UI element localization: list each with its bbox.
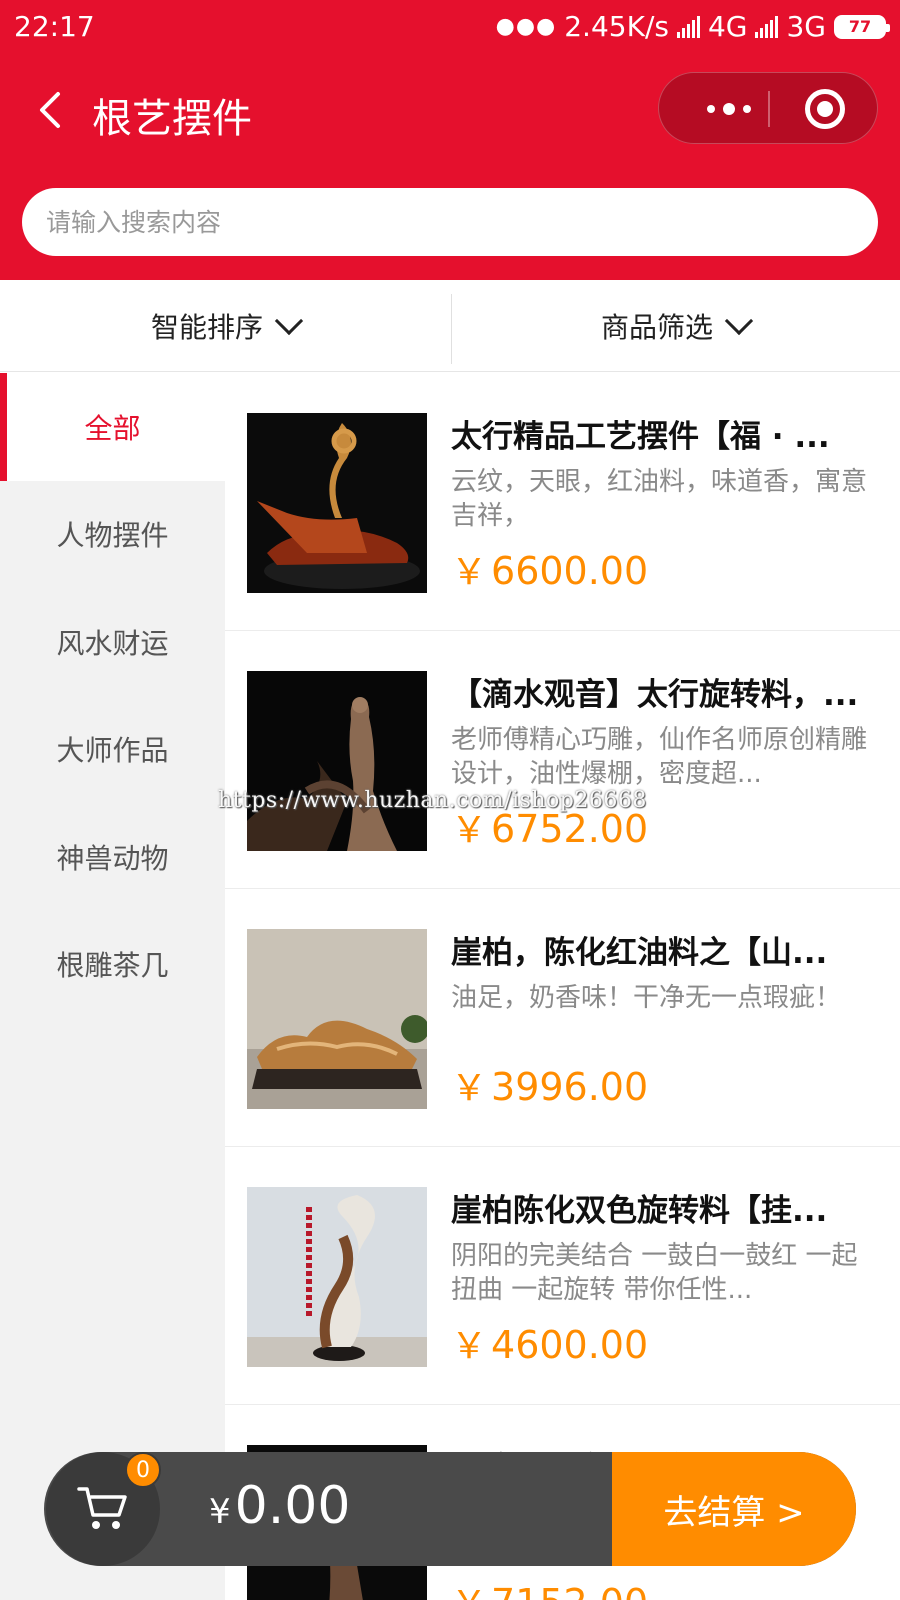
nav-bar: 根艺摆件 xyxy=(0,64,900,154)
category-item-animals[interactable]: 神兽动物 xyxy=(0,803,225,911)
product-item[interactable]: 崖柏，陈化红油料之【山... 油足，奶香味！干净无一点瑕疵！ ￥ 3996.00 xyxy=(225,889,900,1147)
price-currency: ￥ xyxy=(451,1068,488,1109)
filter-label: 商品筛选 xyxy=(600,311,713,344)
sort-dropdown[interactable]: 智能排序 xyxy=(0,280,450,372)
target-icon[interactable] xyxy=(805,89,845,129)
price-value: 7152.00 xyxy=(491,1581,648,1600)
signal-icon xyxy=(676,15,700,38)
product-item[interactable]: 崖柏陈化双色旋转料【挂... 阴阳的完美结合 一鼓白一鼓红 一起扭曲 一起旋转 … xyxy=(225,1147,900,1405)
product-item[interactable]: 太行精品工艺摆件【福 · ... 云纹，天眼，红油料，味道香，寓意吉祥， ￥ 66… xyxy=(225,373,900,631)
product-description: 油足，奶香味！干净无一点瑕疵！ xyxy=(451,983,842,1013)
sort-label: 智能排序 xyxy=(150,311,263,344)
battery-icon: 77 xyxy=(834,14,890,39)
cart-bar: ¥0.00 去结算 > xyxy=(44,1452,856,1566)
page-title: 根艺摆件 xyxy=(92,96,252,142)
network-type-2: 3G xyxy=(786,10,826,43)
filter-bar: 智能排序 商品筛选 xyxy=(0,280,900,372)
checkout-button[interactable]: 去结算 > xyxy=(612,1452,856,1566)
signal-icon-2 xyxy=(755,15,779,38)
product-title: 崖柏陈化双色旋转料【挂... xyxy=(451,1193,828,1229)
price-value: 4600.00 xyxy=(491,1323,649,1367)
product-image xyxy=(247,1187,427,1367)
category-item-tea-tables[interactable]: 根雕茶几 xyxy=(0,911,225,1019)
product-title: 崖柏，陈化红油料之【山... xyxy=(451,935,828,971)
chevron-left-icon[interactable] xyxy=(32,88,72,132)
mini-program-capsule xyxy=(658,72,878,144)
price-currency: ￥ xyxy=(451,1326,488,1367)
category-sidebar: 全部 人物摆件 风水财运 大师作品 神兽动物 根雕茶几 xyxy=(0,373,225,1600)
category-item-fengshui[interactable]: 风水财运 xyxy=(0,588,225,696)
category-label: 风水财运 xyxy=(56,626,169,660)
network-speed: 2.45K/s xyxy=(564,10,669,43)
dots-icon: ●●● xyxy=(495,14,557,39)
category-item-all[interactable]: 全部 xyxy=(0,373,225,481)
price-value: 6600.00 xyxy=(491,549,649,593)
product-description: 老师傅精心巧雕，仙作名师原创精雕设计，油性爆棚，密度超... xyxy=(451,725,868,789)
total-currency: ¥ xyxy=(209,1492,231,1532)
category-label: 神兽动物 xyxy=(56,841,169,875)
product-description: 云纹，天眼，红油料，味道香，寓意吉祥， xyxy=(451,467,868,531)
product-price: ￥ 6600.00 xyxy=(451,543,648,595)
network-type-1: 4G xyxy=(707,10,748,43)
product-price: ￥7152.00 xyxy=(451,1575,648,1600)
price-currency: ￥ xyxy=(451,552,488,593)
total-value: 0.00 xyxy=(234,1476,351,1536)
product-image xyxy=(247,413,427,593)
capsule-divider xyxy=(768,91,770,127)
category-label: 全部 xyxy=(84,411,141,445)
product-price: ￥ 4600.00 xyxy=(451,1317,648,1369)
category-label: 根雕茶几 xyxy=(56,949,169,983)
category-label: 人物摆件 xyxy=(56,519,169,553)
price-value: 6752.00 xyxy=(491,807,649,851)
product-title: 【滴水观音】太行旋转料，... xyxy=(451,677,859,713)
product-item[interactable]: 【滴水观音】太行旋转料，... 老师傅精心巧雕，仙作名师原创精雕设计，油性爆棚，… xyxy=(225,631,900,889)
product-price: ￥ 3996.00 xyxy=(451,1059,648,1111)
chevron-down-icon xyxy=(274,306,304,336)
chevron-down-icon xyxy=(724,306,754,336)
more-dots-icon[interactable] xyxy=(689,73,769,145)
price-currency: ￥ xyxy=(451,1584,487,1600)
price-value: 3996.00 xyxy=(491,1065,649,1109)
status-indicators: ●●● 2.45K/s 4G 3G 77 xyxy=(495,10,890,43)
product-title: 太行精品工艺摆件【福 · ... xyxy=(451,419,830,455)
product-description: 阴阳的完美结合 一鼓白一鼓红 一起扭曲 一起旋转 带你任性... xyxy=(451,1241,858,1305)
product-price: ￥ 6752.00 xyxy=(451,801,648,853)
search-input[interactable] xyxy=(22,188,878,256)
status-time: 22:17 xyxy=(14,10,95,43)
cart-icon xyxy=(77,1487,127,1529)
product-image xyxy=(247,671,427,851)
cart-count-badge: 0 xyxy=(125,1452,161,1488)
cart-total: ¥0.00 xyxy=(209,1476,350,1536)
status-bar: 22:17 ●●● 2.45K/s 4G 3G 77 xyxy=(0,0,900,56)
product-list: 太行精品工艺摆件【福 · ... 云纹，天眼，红油料，味道香，寓意吉祥， ￥ 66… xyxy=(225,373,900,1600)
category-item-master-works[interactable]: 大师作品 xyxy=(0,696,225,804)
filter-dropdown[interactable]: 商品筛选 xyxy=(450,280,900,372)
price-currency: ￥ xyxy=(451,810,488,851)
product-image xyxy=(247,929,427,1109)
category-label: 大师作品 xyxy=(56,734,169,768)
category-item-figures[interactable]: 人物摆件 xyxy=(0,481,225,589)
